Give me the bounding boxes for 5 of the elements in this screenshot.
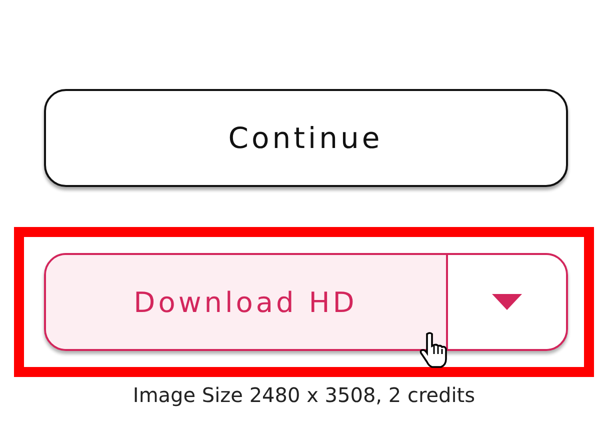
image-size-caption: Image Size 2480 x 3508, 2 credits: [132, 383, 476, 407]
continue-button[interactable]: Continue: [44, 89, 568, 187]
dropdown-button[interactable]: [448, 255, 566, 349]
caret-icon: [492, 294, 522, 310]
download-button[interactable]: Download HD: [46, 255, 448, 349]
